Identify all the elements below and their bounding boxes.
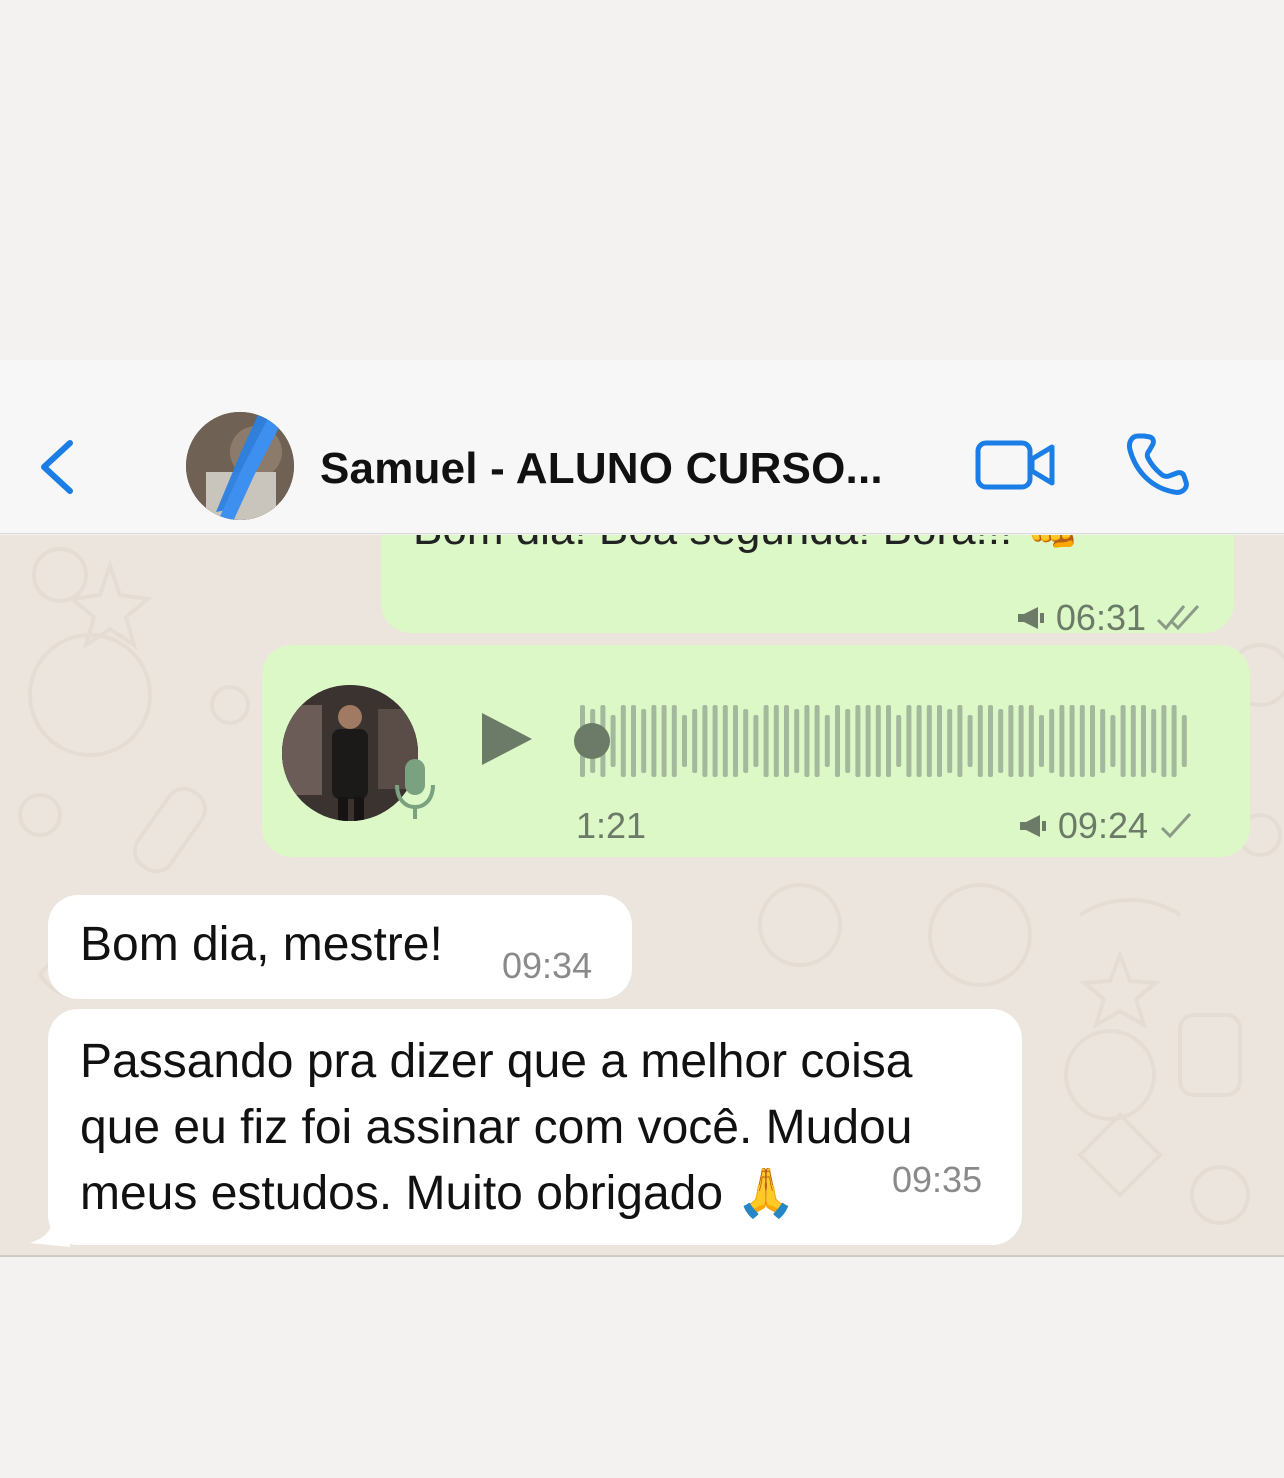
waveform-bar [865, 705, 871, 777]
message-time: 06:31 [1055, 597, 1146, 638]
waveform-bar [1028, 705, 1034, 777]
voice-duration: 1:21 [576, 805, 647, 846]
waveform-bar [682, 715, 687, 767]
waveform-bar [631, 705, 636, 777]
waveform-bar [641, 709, 647, 773]
waveform-bar [1069, 705, 1075, 777]
waveform-bar [794, 709, 800, 773]
waveform-bar [937, 705, 942, 777]
message-time: 09:34 [502, 945, 593, 986]
waveform-bar [1171, 705, 1177, 777]
phone-icon[interactable] [1124, 430, 1192, 498]
waveform-bar [692, 709, 698, 773]
message-text: Bom dia, mestre! [80, 918, 443, 971]
waveform-bar [712, 705, 718, 777]
waveform-bar [722, 705, 728, 777]
waveform-bar [784, 705, 789, 777]
single-check-icon [1160, 812, 1192, 839]
waveform-bar [702, 705, 708, 777]
waveform-bar [824, 715, 830, 767]
waveform-bar [743, 709, 749, 773]
waveform-bar [1161, 705, 1167, 777]
megaphone-icon [1019, 815, 1046, 837]
audio-waveform[interactable] [570, 701, 1194, 781]
message-time: 09:24 [1057, 805, 1148, 846]
waveform-bar [875, 705, 881, 777]
waveform-bar [1018, 705, 1024, 777]
waveform-bar [753, 715, 759, 767]
waveform-bar [896, 715, 902, 767]
message-bubble-incoming[interactable]: Passando pra dizer que a melhor coisa qu… [48, 1009, 1022, 1245]
waveform-bar [906, 705, 912, 777]
message-time: 09:35 [892, 1159, 983, 1200]
waveform-bar [1141, 705, 1146, 777]
waveform-bar [916, 705, 922, 777]
chevron-left-icon[interactable] [34, 437, 84, 497]
waveform-bar [763, 705, 769, 777]
screenshot-bottom-margin [0, 1258, 1284, 1478]
contact-name[interactable]: Samuel - ALUNO CURSO... [320, 444, 883, 494]
waveform-bar [886, 705, 891, 777]
waveform-bar [998, 709, 1004, 773]
message-meta: 06:31 [1016, 597, 1204, 639]
waveform-bar [651, 705, 657, 777]
waveform-bar [1120, 705, 1126, 777]
waveform-bar [620, 705, 626, 777]
waveform-bar [977, 705, 983, 777]
avatar-photo [186, 412, 294, 520]
waveform-bar [1008, 705, 1014, 777]
waveform-bar [1151, 709, 1157, 773]
contact-avatar[interactable] [186, 412, 294, 520]
waveform-bar [835, 705, 840, 777]
waveform-bar [804, 705, 810, 777]
voice-message-bubble[interactable]: 1:21 09:24 [262, 645, 1250, 857]
waveform-bar [1059, 705, 1065, 777]
message-bubble-outgoing[interactable]: Bom dia! Boa segunda! Bora!!! 👊 06:31 [381, 535, 1234, 638]
double-check-icon [1156, 604, 1200, 631]
video-camera-icon[interactable] [974, 437, 1058, 495]
waveform-bar [773, 705, 779, 777]
waveform-bar [1039, 715, 1044, 767]
waveform-bar [1049, 709, 1055, 773]
waveform-bar [671, 705, 677, 777]
play-icon[interactable] [476, 709, 536, 769]
waveform-bar [845, 709, 851, 773]
waveform-bar [661, 705, 667, 777]
microphone-icon [395, 759, 435, 819]
waveform-bar [947, 709, 953, 773]
waveform-bar [957, 705, 963, 777]
waveform-bar [1130, 705, 1136, 777]
waveform-bar [1090, 705, 1095, 777]
message-bubble-incoming[interactable]: Bom dia, mestre! 09:34 [48, 895, 632, 999]
waveform-bar [1110, 715, 1116, 767]
waveform-bar [988, 705, 993, 777]
bubble-tail [30, 1223, 70, 1247]
chat-area[interactable]: Bom dia! Boa segunda! Bora!!! 👊 06:31 [0, 535, 1284, 1257]
message-text: Bom dia! Boa segunda! Bora!!! 👊 [413, 535, 1079, 555]
waveform-bar [1181, 715, 1187, 767]
waveform-bar [733, 705, 738, 777]
waveform-bar [814, 705, 820, 777]
megaphone-icon [1017, 607, 1044, 629]
message-meta: 09:24 [1018, 805, 1194, 847]
waveform-bar [855, 705, 861, 777]
waveform-bar [1100, 709, 1106, 773]
waveform-bar [1079, 705, 1085, 777]
screenshot-top-margin [0, 0, 1284, 360]
waveform-bar [610, 715, 616, 767]
message-text: Passando pra dizer que a melhor coisa qu… [80, 1035, 913, 1220]
waveform-bar [967, 715, 973, 767]
waveform-bar [926, 705, 932, 777]
